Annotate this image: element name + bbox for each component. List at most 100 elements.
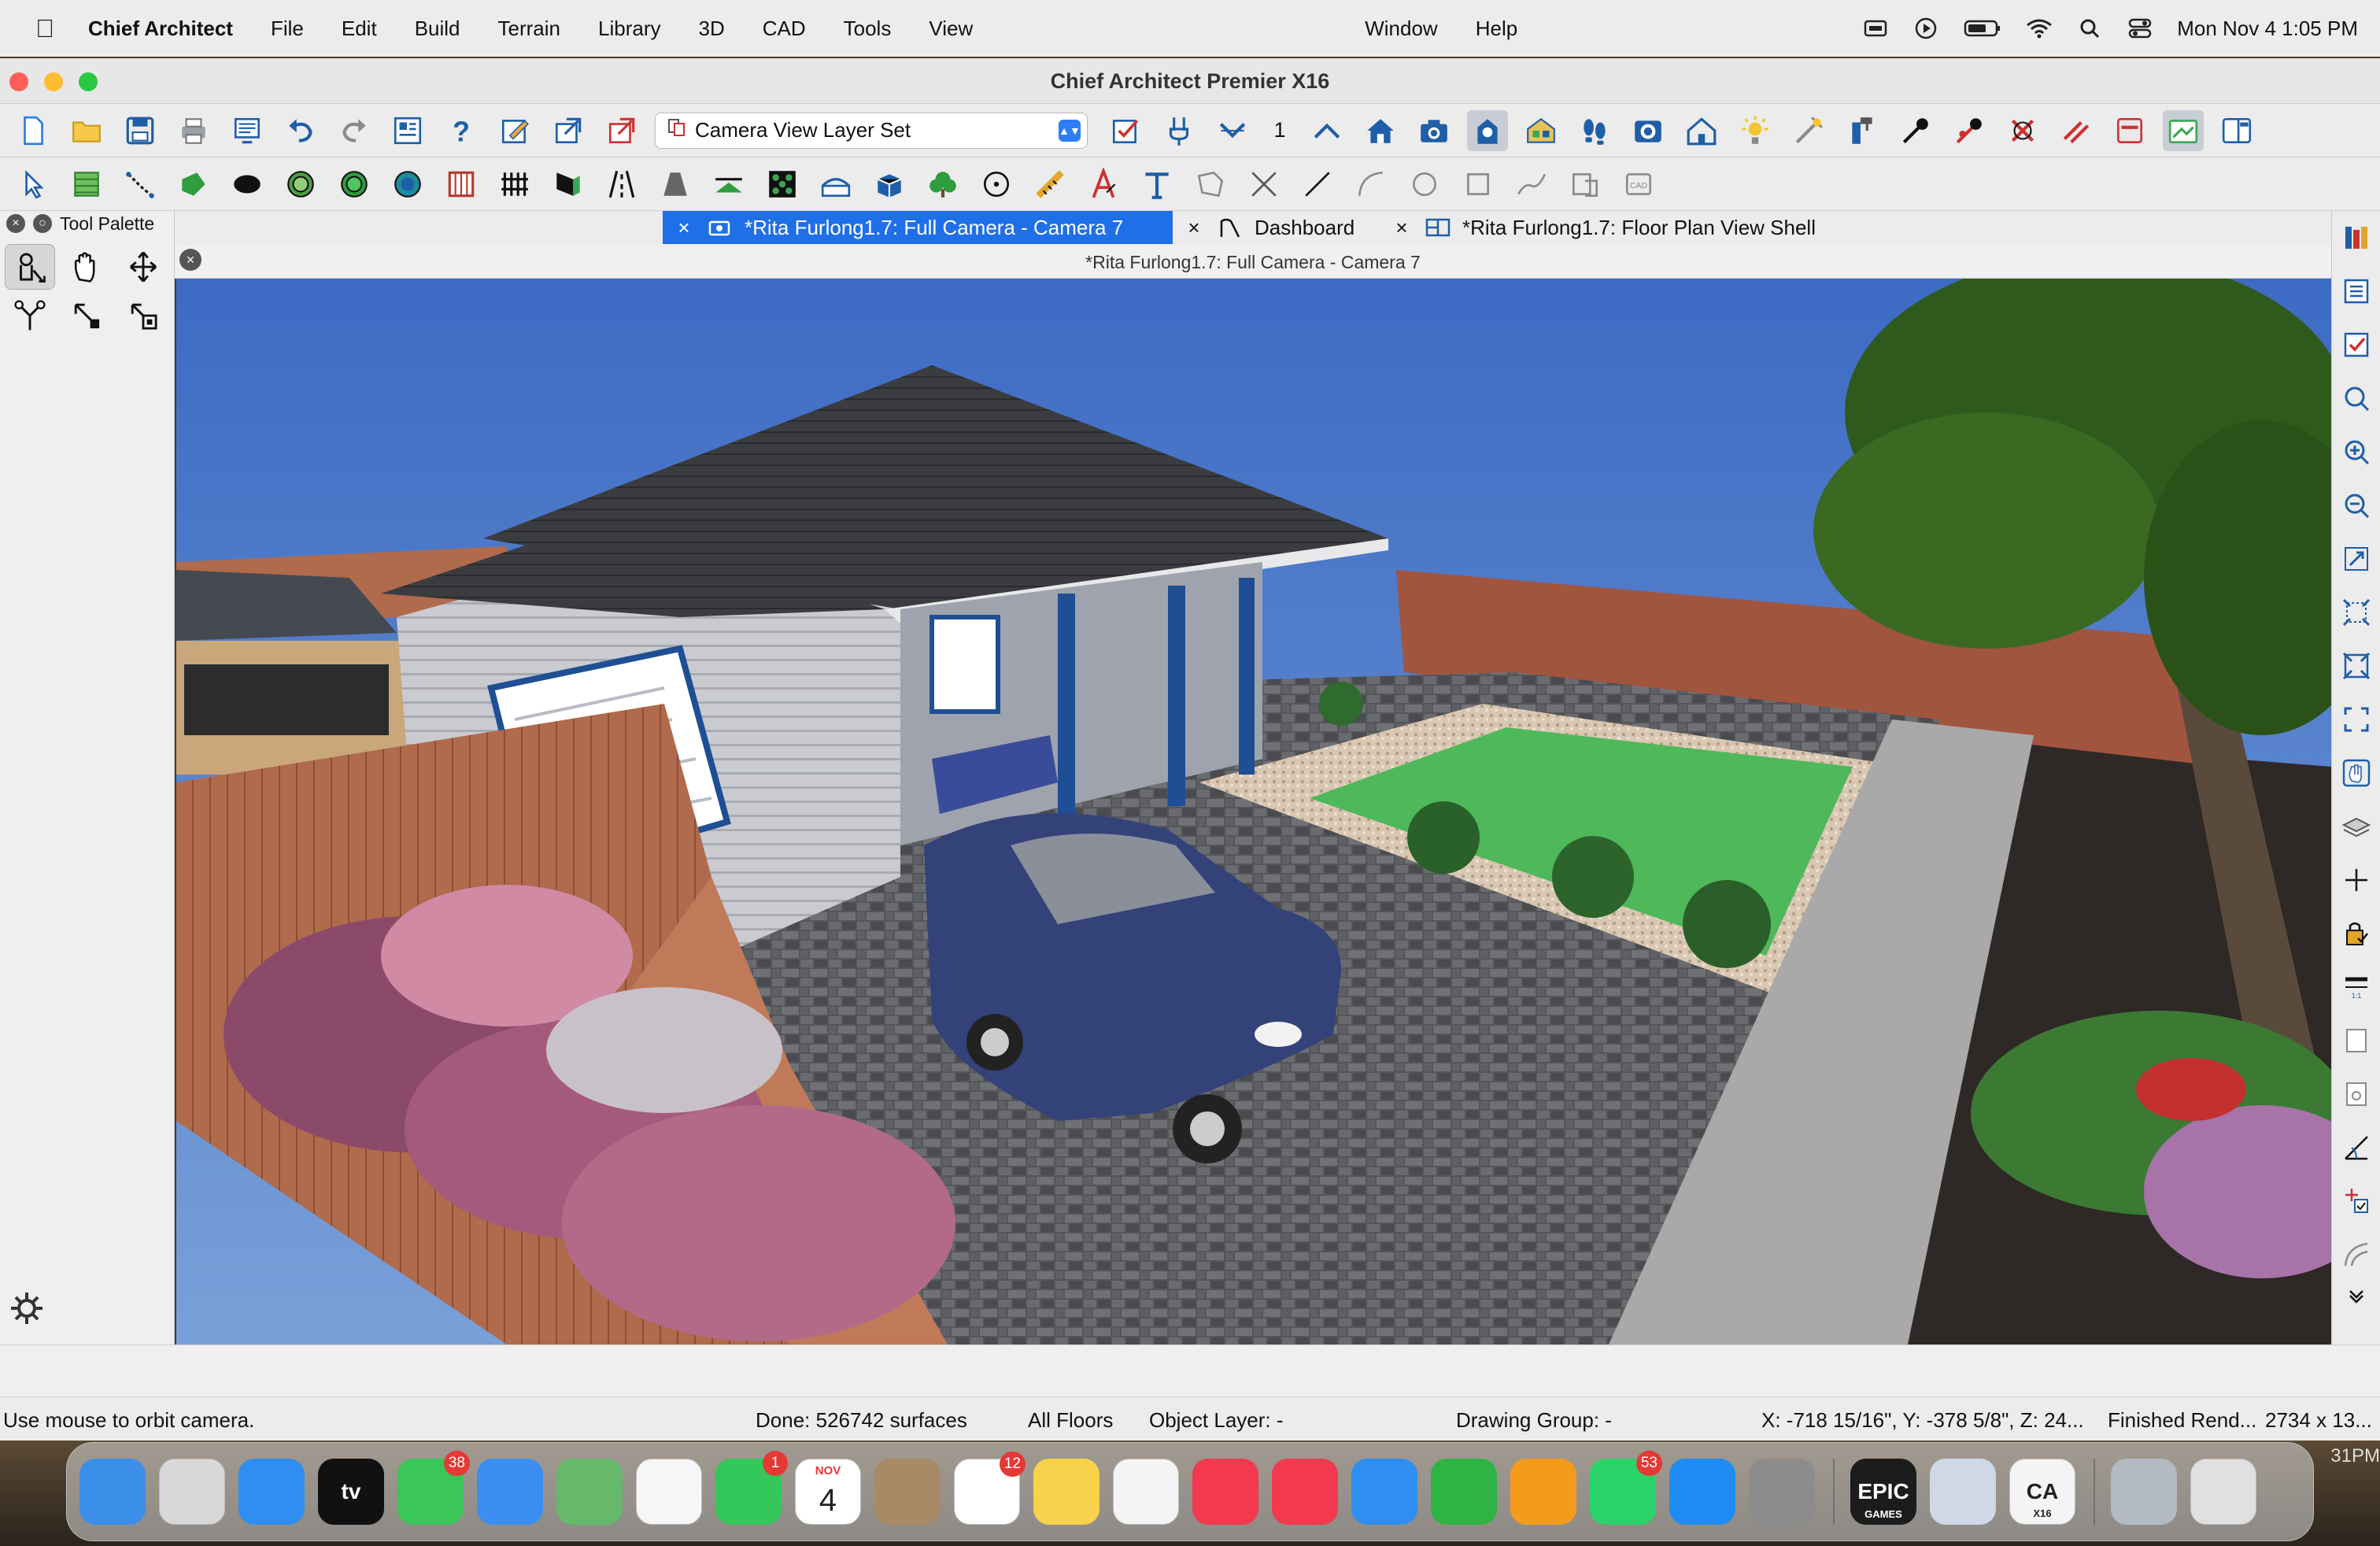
move-camera-icon[interactable] xyxy=(118,244,168,290)
eyedropper-icon[interactable] xyxy=(1895,110,1936,151)
notes-icon[interactable] xyxy=(1033,1459,1099,1525)
terrain-path-icon[interactable] xyxy=(120,164,161,205)
search-tool-icon[interactable] xyxy=(2336,376,2377,420)
menu-edit[interactable]: Edit xyxy=(323,17,396,41)
edit-picture-icon[interactable] xyxy=(1565,164,1606,205)
draw-circle-icon[interactable] xyxy=(1404,164,1445,205)
app-menu[interactable]: Chief Architect xyxy=(69,17,252,41)
keynote-icon[interactable] xyxy=(1351,1459,1417,1525)
center-object-icon[interactable] xyxy=(976,164,1017,205)
help-icon[interactable]: ? xyxy=(441,110,482,151)
library-browser-icon[interactable] xyxy=(2336,216,2377,260)
close-tab-icon[interactable]: × xyxy=(672,216,696,240)
finder-icon[interactable] xyxy=(79,1459,146,1525)
object-snaps-icon[interactable] xyxy=(2336,1179,2377,1223)
box-icon[interactable] xyxy=(869,164,910,205)
menu-window[interactable]: Window xyxy=(1346,17,1456,41)
mail-icon[interactable] xyxy=(477,1459,543,1525)
page-icon[interactable] xyxy=(2336,1019,2377,1063)
trash-icon[interactable] xyxy=(2190,1459,2256,1525)
backdrop-icon[interactable] xyxy=(2109,110,2150,151)
zoom-in-icon[interactable] xyxy=(2336,430,2377,474)
sidewalk-icon[interactable] xyxy=(655,164,696,205)
menu-tools[interactable]: Tools xyxy=(825,17,911,41)
apple-menu-icon[interactable]:  xyxy=(20,14,69,43)
dimension-icon[interactable] xyxy=(1029,164,1070,205)
rendered-scene[interactable] xyxy=(176,279,2331,1344)
tab-full-camera[interactable]: × *Rita Furlong1.7: Full Camera - Camera… xyxy=(663,211,1173,244)
menu-file[interactable]: File xyxy=(252,17,323,41)
close-palette-icon[interactable]: × xyxy=(6,214,25,233)
layers-icon[interactable] xyxy=(2336,804,2377,849)
terrain-object-icon[interactable] xyxy=(762,164,803,205)
fill-window-building-icon[interactable] xyxy=(2336,644,2377,688)
full-camera-icon[interactable] xyxy=(1467,109,1508,151)
menu-cad[interactable]: CAD xyxy=(744,17,825,41)
terrain-perimeter-icon[interactable] xyxy=(66,164,107,205)
draw-spline-icon[interactable] xyxy=(1511,164,1552,205)
snap-angle-icon[interactable] xyxy=(2336,1126,2377,1170)
adjust-material-icon[interactable] xyxy=(1949,110,1990,151)
calendar-icon[interactable]: NOV 4 xyxy=(795,1459,861,1525)
cross-section-slider-icon[interactable] xyxy=(2056,110,2097,151)
tab-dashboard[interactable]: × Dashboard xyxy=(1173,211,1380,244)
screen-icon[interactable] xyxy=(1862,18,1889,39)
maps-icon[interactable] xyxy=(556,1459,623,1525)
menu-terrain[interactable]: Terrain xyxy=(479,17,579,41)
chevron-down-icon[interactable] xyxy=(2336,1286,2377,1305)
print-zoom-icon[interactable] xyxy=(2336,1072,2377,1116)
undo-icon[interactable] xyxy=(280,110,321,151)
select-objects-icon[interactable] xyxy=(387,110,428,151)
walkthrough-icon[interactable] xyxy=(1574,110,1615,151)
flat-region-icon[interactable] xyxy=(334,164,375,205)
numbers-icon[interactable] xyxy=(1431,1459,1497,1525)
material-painter-icon[interactable] xyxy=(1842,110,1883,151)
terrain-step-icon[interactable] xyxy=(548,164,589,205)
terrain-break-icon[interactable] xyxy=(708,164,749,205)
rotate-camera-icon[interactable] xyxy=(61,293,112,338)
cad-details-icon[interactable]: CAD xyxy=(1618,164,1659,205)
delete-cad-icon[interactable] xyxy=(1244,164,1284,205)
reminders-icon[interactable]: 12 xyxy=(954,1452,1026,1525)
line-weight-icon[interactable]: 1:1 xyxy=(2336,965,2377,1009)
menu-3d[interactable]: 3D xyxy=(679,17,743,41)
add-point-icon[interactable] xyxy=(2336,858,2377,902)
battery-icon[interactable] xyxy=(1963,18,2002,39)
save-icon[interactable] xyxy=(120,110,161,151)
whatsapp-icon[interactable]: 53 xyxy=(1590,1451,1662,1525)
sunlight-icon[interactable] xyxy=(1735,110,1776,151)
downloads-icon[interactable] xyxy=(2111,1459,2177,1525)
physically-based-render-icon[interactable] xyxy=(1628,110,1669,151)
floor-number[interactable]: 1 xyxy=(1266,118,1294,142)
fence-icon[interactable] xyxy=(494,164,535,205)
close-tab-icon[interactable]: × xyxy=(1182,216,1206,240)
camera-3d-view[interactable] xyxy=(176,279,2331,1344)
zoom-out-icon[interactable] xyxy=(2336,483,2377,527)
elevation-region-icon[interactable] xyxy=(280,164,321,205)
elevation-view-icon[interactable] xyxy=(1681,110,1722,151)
arc-snap-icon[interactable] xyxy=(2336,1233,2377,1277)
open-folder-icon[interactable] xyxy=(66,110,107,151)
draw-line-icon[interactable] xyxy=(1297,164,1338,205)
layer-display-icon[interactable] xyxy=(1105,110,1146,151)
pages-icon[interactable] xyxy=(1510,1459,1576,1525)
object-tools-icon[interactable] xyxy=(1159,110,1199,151)
text-arrow-icon[interactable] xyxy=(1083,164,1124,205)
launchpad-icon[interactable] xyxy=(159,1459,225,1525)
apple-tv-icon[interactable]: tv xyxy=(318,1459,384,1525)
messages-icon[interactable]: 38 xyxy=(397,1451,470,1525)
tab-floor-plan[interactable]: × *Rita Furlong1.7: Floor Plan View Shel… xyxy=(1380,211,1853,244)
search-icon[interactable] xyxy=(2076,18,2103,39)
up-one-floor-icon[interactable] xyxy=(1306,110,1347,151)
orbit-camera-icon[interactable] xyxy=(5,244,55,290)
road-icon[interactable] xyxy=(601,164,642,205)
menu-build[interactable]: Build xyxy=(396,17,479,41)
edit-layout-icon[interactable] xyxy=(494,110,535,151)
draw-box-icon[interactable] xyxy=(1458,164,1499,205)
epic-games-icon[interactable]: EPIC GAMES xyxy=(1850,1459,1916,1525)
camera-icon[interactable] xyxy=(1414,110,1454,151)
zoom-camera-icon[interactable] xyxy=(118,293,168,338)
palette-options-icon[interactable]: ○ xyxy=(33,214,52,233)
pan-hand-icon[interactable] xyxy=(61,244,112,290)
live-view-icon[interactable] xyxy=(2163,109,2204,151)
